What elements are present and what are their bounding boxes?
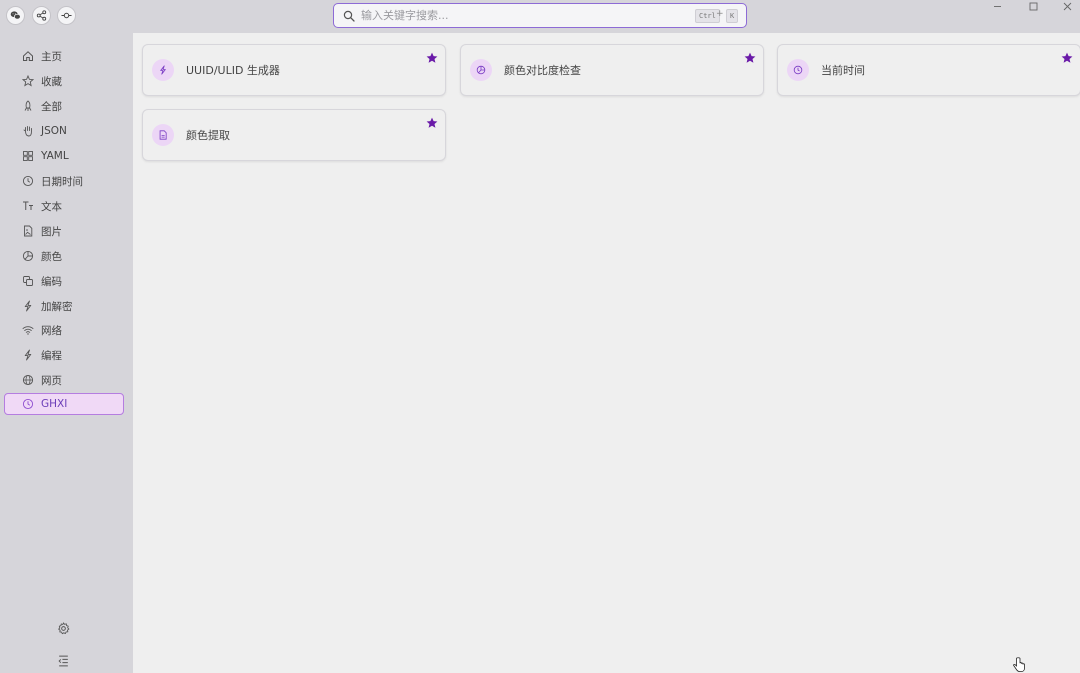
sidebar-item-favorites[interactable]: 收藏 — [4, 70, 124, 92]
indent-icon — [58, 655, 68, 667]
globe-icon — [22, 374, 34, 386]
sidebar-item-label: 收藏 — [41, 75, 62, 88]
minimize-icon — [993, 5, 1001, 7]
app-window: Ctrl + K 主页 收藏 — [0, 0, 1080, 673]
sidebar-item-ghxi[interactable]: GHXI — [4, 393, 124, 415]
share-button[interactable] — [32, 6, 51, 25]
sidebar-item-label: JSON — [41, 125, 67, 137]
hand-icon — [23, 126, 32, 137]
bolt-icon — [24, 300, 32, 312]
sidebar-item-datetime[interactable]: 日期时间 — [4, 170, 124, 192]
wechat-button[interactable] — [6, 6, 25, 25]
settings-button[interactable] — [57, 622, 70, 635]
sidebar-item-all[interactable]: 全部 — [4, 95, 124, 117]
minimize-button[interactable] — [983, 0, 1011, 12]
clock-icon — [22, 175, 34, 187]
search-box[interactable]: Ctrl + K — [333, 3, 747, 28]
tool-card-current-time[interactable]: 当前时间 — [777, 44, 1080, 96]
close-icon — [1063, 2, 1071, 10]
sidebar-item-web[interactable]: 网页 — [4, 369, 124, 391]
sidebar-item-home[interactable]: 主页 — [4, 45, 124, 67]
copy-icon — [23, 276, 33, 286]
rocket-icon — [24, 100, 32, 111]
wifi-icon — [22, 326, 34, 335]
maximize-icon — [1029, 2, 1037, 10]
bolt-icon — [24, 349, 32, 361]
search-input[interactable] — [361, 5, 681, 26]
gear-icon — [58, 622, 70, 635]
image-file-icon — [24, 225, 33, 237]
card-icon-badge — [787, 59, 809, 81]
sidebar-item-label: 编码 — [41, 275, 62, 288]
tool-card-color-extract[interactable]: 颜色提取 — [142, 109, 446, 161]
clock-icon — [22, 398, 34, 410]
sidebar-item-programming[interactable]: 编程 — [4, 344, 124, 366]
card-icon-badge — [470, 59, 492, 81]
sidebar-item-label: YAML — [41, 150, 69, 162]
grid-icon — [23, 151, 33, 161]
bolt-icon — [160, 65, 166, 75]
sidebar-item-label: 主页 — [41, 50, 62, 63]
collapse-sidebar-button[interactable] — [57, 654, 70, 667]
star-favorite-icon[interactable] — [1061, 52, 1073, 64]
card-title: 当前时间 — [821, 64, 865, 77]
text-size-icon — [23, 201, 33, 210]
sidebar-item-label: 加解密 — [41, 300, 73, 313]
sidebar-item-yaml[interactable]: YAML — [4, 145, 124, 167]
sidebar-item-encoding[interactable]: 编码 — [4, 270, 124, 292]
sidebar-item-json[interactable]: JSON — [4, 120, 124, 142]
maximize-button[interactable] — [1019, 0, 1047, 12]
star-favorite-icon[interactable] — [426, 52, 438, 64]
sidebar-item-label: 网络 — [41, 324, 62, 337]
star-favorite-icon[interactable] — [744, 52, 756, 64]
star-favorite-icon[interactable] — [426, 117, 438, 129]
card-icon-badge — [152, 59, 174, 81]
card-title: UUID/ULID 生成器 — [186, 64, 280, 77]
git-button[interactable] — [57, 6, 76, 25]
sidebar-item-crypto[interactable]: 加解密 — [4, 295, 124, 317]
git-commit-icon — [61, 12, 72, 19]
sidebar-item-label: 颜色 — [41, 250, 62, 263]
sidebar-item-label: 全部 — [41, 100, 62, 113]
sidebar-item-label: 编程 — [41, 349, 62, 362]
sidebar-item-text[interactable]: 文本 — [4, 195, 124, 217]
share-icon — [36, 10, 47, 21]
hand-pointer-icon — [1013, 657, 1025, 672]
card-icon-badge — [152, 124, 174, 146]
sidebar-item-label: 网页 — [41, 374, 62, 387]
sidebar-item-label: 图片 — [41, 225, 62, 238]
sidebar-item-image[interactable]: 图片 — [4, 220, 124, 242]
sidebar: 主页 收藏 全部 JSON YAML 日期时间 文本 图片 颜色 编码 加解密 … — [0, 33, 133, 673]
shortcut-k-key: K — [726, 9, 739, 23]
palette-icon — [22, 250, 34, 262]
tool-card-uuid[interactable]: UUID/ULID 生成器 — [142, 44, 446, 96]
card-title: 颜色对比度检查 — [504, 64, 581, 77]
title-bar: Ctrl + K — [0, 0, 1080, 33]
clock-icon — [793, 65, 803, 75]
shortcut-plus: + — [716, 9, 724, 19]
main-content: UUID/ULID 生成器 颜色对比度检查 当前时间 颜色提取 — [133, 33, 1080, 673]
card-title: 颜色提取 — [186, 129, 230, 142]
wechat-icon — [10, 11, 21, 20]
sidebar-item-label: GHXI — [41, 398, 68, 410]
search-icon — [343, 10, 355, 22]
sidebar-item-label: 日期时间 — [41, 175, 83, 188]
close-button[interactable] — [1053, 0, 1080, 12]
sidebar-item-network[interactable]: 网络 — [4, 319, 124, 341]
sidebar-item-label: 文本 — [41, 200, 62, 213]
file-icon — [159, 130, 167, 140]
tool-card-contrast[interactable]: 颜色对比度检查 — [460, 44, 764, 96]
home-icon — [23, 51, 33, 61]
palette-icon — [476, 65, 486, 75]
sidebar-item-color[interactable]: 颜色 — [4, 245, 124, 267]
star-icon — [22, 75, 34, 87]
